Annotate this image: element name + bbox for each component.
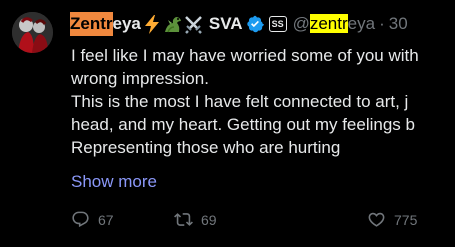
handle-highlight: zentr [309,14,348,33]
repost-icon [174,213,193,226]
timestamp[interactable]: 30 [389,12,408,36]
tweet-text-line: Representing those who are hurting [71,138,341,157]
reply-count: 67 [98,211,114,228]
action-bar: 67 69 775 [71,210,455,234]
lightning-emoji-icon [142,14,162,34]
display-name-highlight: Zentr [70,12,113,36]
handle-prefix: @ [292,14,310,33]
like-count: 775 [394,211,418,228]
verified-badge-icon[interactable] [246,15,264,33]
repost-button[interactable]: 69 [174,210,217,229]
repost-count: 69 [201,211,217,228]
header-separator: · [379,14,385,33]
affiliation-badge[interactable]: SS [268,16,287,32]
avatar[interactable] [12,12,53,53]
show-more-link[interactable]: Show more [71,170,157,193]
tweet-text-line: I feel like I may have worried some of y… [71,46,419,65]
crossed-swords-emoji-icon [184,14,204,34]
heart-icon [368,212,385,227]
display-name[interactable]: Zentr eya SVA [70,12,243,36]
tweet-header: Zentr eya SVA SS @zentreya · 30 [70,12,408,36]
tweet-text-line: wrong impression. [71,69,209,88]
display-name-suffix: SVA [208,14,243,33]
tweet-text: I feel like I may have worried some of y… [71,44,455,159]
display-name-rest: eya [112,14,141,33]
handle-rest: eya [347,14,376,33]
like-button[interactable]: 775 [367,210,417,229]
reply-button[interactable]: 67 [71,210,114,229]
dragon-emoji-icon [163,14,183,34]
avatar-image [12,12,53,53]
reply-icon [72,211,89,228]
tweet[interactable]: Zentr eya SVA SS @zentreya · 30 I feel l… [0,0,455,247]
tweet-text-line: head, and my heart. Getting out my feeli… [71,115,415,134]
user-handle[interactable]: @zentreya [293,12,375,36]
tweet-text-line: This is the most I have felt connected t… [71,92,409,111]
